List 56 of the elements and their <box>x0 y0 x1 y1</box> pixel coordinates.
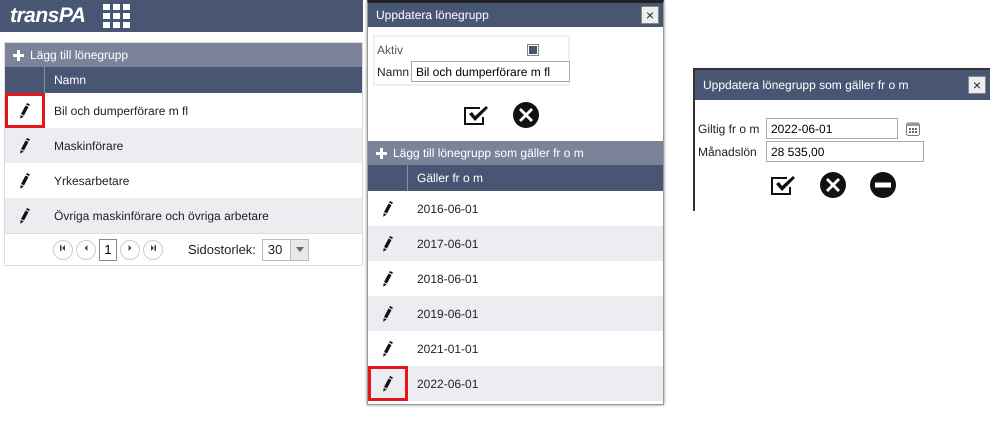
table-cell-text: 2018-06-01 <box>416 270 478 288</box>
apps-grid-icon[interactable] <box>103 4 130 28</box>
logo: transPA <box>10 3 86 30</box>
field-label: Giltig fr o m <box>698 120 760 138</box>
table-cell-text: Yrkesarbetare <box>53 172 130 190</box>
page-size-label: Sidostorlek: <box>188 240 256 259</box>
pencil-icon <box>382 340 394 356</box>
table-cell-text: Maskinförare <box>53 138 124 154</box>
delete-button[interactable] <box>870 172 896 198</box>
checkbox[interactable] <box>527 44 539 56</box>
right-arrow-icon <box>127 245 133 252</box>
column-header: Namn <box>53 72 86 89</box>
table-cell-text: 2021-01-01 <box>416 340 478 358</box>
add-button[interactable]: Lägg till lönegrupp <box>5 43 362 67</box>
skip-right-arrow-icon <box>150 245 156 252</box>
field-label: Månadslön <box>698 144 758 160</box>
input-field[interactable]: 28 535,00 <box>766 141 924 162</box>
pencil-icon <box>18 208 32 224</box>
calendar-icon[interactable] <box>906 121 920 136</box>
input-field[interactable]: 2022-06-01 <box>766 118 898 139</box>
pencil-icon <box>18 138 32 154</box>
pencil-icon <box>382 306 394 322</box>
dialog-title: Uppdatera lönegrupp som gäller fr o m <box>703 77 908 94</box>
name-field[interactable]: Bil och dumperförare m fl <box>411 61 570 82</box>
edit-button[interactable] <box>368 366 408 401</box>
close-button[interactable]: × <box>641 6 659 24</box>
table-cell-text: Bil och dumperförare m fl <box>53 102 188 120</box>
close-button[interactable]: × <box>968 76 986 94</box>
table-cell-text: Övriga maskinförare och övriga arbetare <box>53 208 269 224</box>
add-button[interactable]: Lägg till lönegrupp som gäller fr o m <box>368 141 663 165</box>
pencil-icon <box>382 270 394 286</box>
dialog-title: Uppdatera lönegrupp <box>376 7 489 24</box>
first-page-button[interactable] <box>53 240 73 260</box>
last-page-button[interactable] <box>143 240 163 260</box>
table-cell-text: 2017-06-01 <box>416 236 478 252</box>
cancel-button[interactable] <box>512 102 538 128</box>
pencil-icon <box>382 236 394 252</box>
table-cell-text: 2022-06-01 <box>416 376 478 392</box>
column-header: Gäller fr o m <box>416 170 484 187</box>
table-cell-text: 2019-06-01 <box>416 306 478 322</box>
skip-left-arrow-icon <box>60 245 66 252</box>
page-number[interactable]: 1 <box>99 238 117 260</box>
pencil-icon <box>382 200 394 216</box>
edit-button[interactable] <box>5 93 45 128</box>
pencil-icon <box>18 172 32 188</box>
left-arrow-icon <box>83 245 89 252</box>
cancel-button[interactable] <box>820 172 846 198</box>
caret-icon <box>296 247 304 252</box>
page-size-dropdown[interactable]: 30 <box>262 238 310 260</box>
plus-icon <box>376 148 387 158</box>
field-label: Namn <box>377 64 410 80</box>
pencil-icon <box>18 102 32 118</box>
pencil-icon <box>382 376 394 392</box>
plus-icon <box>13 50 24 60</box>
table-cell-text: 2016-06-01 <box>416 200 478 218</box>
field-label: Aktiv <box>377 42 404 59</box>
